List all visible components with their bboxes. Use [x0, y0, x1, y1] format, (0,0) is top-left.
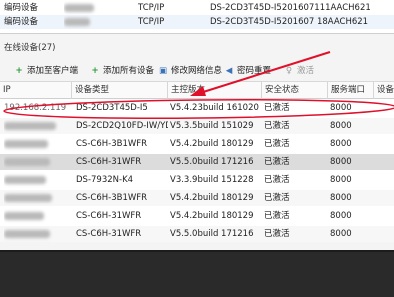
- desktop-background: [0, 250, 394, 297]
- encoder-protocol: TCP/IP: [138, 17, 165, 27]
- encoder-info: DS-2CD3T45D-I5201607 18AACH621: [210, 17, 369, 27]
- table-row[interactable]: DS-2CD2Q10FD-IW/YD V5.3.5build 151029 已激…: [0, 118, 394, 134]
- column-header-state[interactable]: 安全状态: [262, 82, 328, 99]
- cell-ip: [4, 226, 70, 242]
- table-row[interactable]: CS-C6H-3B1WFR V5.4.2build 180129 已激活 800…: [0, 136, 394, 152]
- document-icon: ▣: [158, 66, 168, 76]
- cell-ip: [4, 118, 70, 134]
- cell-version: V3.3.9build 151228: [170, 175, 254, 185]
- cell-ip: 192.168.2.119: [4, 103, 67, 113]
- cell-ip: [4, 154, 70, 170]
- cell-ip: [4, 172, 70, 188]
- encoder-row[interactable]: 编码设备 TCP/IP DS-2CD3T45D-I5201607111AACH6…: [0, 1, 394, 15]
- table-row[interactable]: CS-C6H-31WFR V5.5.0build 171216 已激活 8000: [0, 226, 394, 242]
- cell-port: 8000: [330, 103, 352, 113]
- cell-type: CS-C6H-31WFR: [76, 229, 142, 239]
- online-devices-title: 在线设备(27): [4, 43, 56, 53]
- cell-version: V5.5.0build 171216: [170, 229, 254, 239]
- cell-state: 已激活: [264, 103, 290, 113]
- reset-password-button[interactable]: ◀ 密码重置: [224, 64, 271, 78]
- cell-version: V5.5.0build 171216: [170, 157, 254, 167]
- cell-ip: [4, 136, 70, 152]
- table-row[interactable]: CS-C6H-3B1WFR V5.4.2build 180129 已激活 800…: [0, 190, 394, 206]
- add-all-devices-button[interactable]: + 添加所有设备: [90, 64, 154, 78]
- column-header-type[interactable]: 设备类型: [72, 82, 168, 99]
- cell-state: 已激活: [264, 175, 290, 185]
- cell-state: 已激活: [264, 139, 290, 149]
- column-header-port[interactable]: 服务端口: [328, 82, 374, 99]
- table-row[interactable]: 192.168.2.119 DS-2CD3T45D-I5 V5.4.23buil…: [0, 100, 394, 116]
- encoder-name: 编码设备: [4, 3, 39, 13]
- cell-ip: [4, 190, 70, 206]
- cell-version: V5.4.2build 180129: [170, 193, 254, 203]
- plus-icon: +: [91, 66, 99, 76]
- encoder-blurred: [64, 1, 104, 15]
- device-table: IP 设备类型 主控版本 安全状态 服务端口 设备序 192.168.2.119…: [0, 82, 394, 242]
- encoder-blurred: [64, 15, 104, 29]
- divider: [0, 250, 394, 252]
- modify-network-button[interactable]: ▣ 修改网络信息: [158, 64, 222, 78]
- cell-state: 已激活: [264, 121, 290, 131]
- cell-type: CS-C6H-3B1WFR: [76, 193, 148, 203]
- bulb-icon: ♀: [285, 66, 293, 76]
- table-row[interactable]: DS-7932N-K4 V3.3.9build 151228 已激活 8000: [0, 172, 394, 188]
- cell-version: V5.4.23build 161020: [170, 103, 259, 113]
- add-to-client-button[interactable]: + 添加至客户端: [14, 64, 78, 78]
- cell-state: 已激活: [264, 193, 290, 203]
- cell-port: 8000: [330, 211, 352, 221]
- sadp-window: 编码设备 TCP/IP DS-2CD3T45D-I5201607111AACH6…: [0, 0, 394, 250]
- column-header-ip[interactable]: IP: [0, 82, 72, 99]
- cell-type: DS-2CD2Q10FD-IW/YD: [76, 121, 168, 131]
- cell-version: V5.4.2build 180129: [170, 139, 254, 149]
- plus-icon: +: [15, 66, 23, 76]
- table-row[interactable]: CS-C6H-31WFR V5.4.2build 180129 已激活 8000: [0, 208, 394, 224]
- cell-type: DS-2CD3T45D-I5: [76, 103, 148, 113]
- cell-port: 8000: [330, 139, 352, 149]
- encoder-protocol: TCP/IP: [138, 3, 165, 13]
- encoder-info: DS-2CD3T45D-I5201607111AACH621: [210, 3, 371, 13]
- cell-type: CS-C6H-31WFR: [76, 211, 142, 221]
- cell-type: CS-C6H-3B1WFR: [76, 139, 148, 149]
- cell-state: 已激活: [264, 229, 290, 239]
- cell-port: 8000: [330, 229, 352, 239]
- table-row[interactable]: CS-C6H-31WFR V5.5.0build 171216 已激活 8000: [0, 154, 394, 170]
- cell-version: V5.4.2build 180129: [170, 211, 254, 221]
- column-header-serial[interactable]: 设备序: [374, 82, 394, 99]
- cell-ip: [4, 208, 70, 224]
- column-header-version[interactable]: 主控版本: [168, 82, 262, 99]
- cell-version: V5.3.5build 151029: [170, 121, 254, 131]
- cell-port: 8000: [330, 175, 352, 185]
- activate-button[interactable]: ♀ 激活: [284, 64, 314, 78]
- toolbar: + 添加至客户端 + 添加所有设备 ▣ 修改网络信息 ◀ 密码重置 ♀ 激活: [0, 60, 394, 82]
- cell-port: 8000: [330, 157, 352, 167]
- cell-state: 已激活: [264, 157, 290, 167]
- arrow-left-icon: ◀: [225, 66, 233, 76]
- encoder-name: 编码设备: [4, 17, 39, 27]
- cell-type: DS-7932N-K4: [76, 175, 134, 185]
- cell-type: CS-C6H-31WFR: [76, 157, 142, 167]
- cell-port: 8000: [330, 193, 352, 203]
- table-header: IP 设备类型 主控版本 安全状态 服务端口 设备序: [0, 82, 394, 99]
- cell-port: 8000: [330, 121, 352, 131]
- encoder-row[interactable]: 编码设备 TCP/IP DS-2CD3T45D-I5201607 18AACH6…: [0, 15, 394, 29]
- cell-state: 已激活: [264, 211, 290, 221]
- encoder-device-list: 编码设备 TCP/IP DS-2CD3T45D-I5201607111AACH6…: [0, 0, 394, 34]
